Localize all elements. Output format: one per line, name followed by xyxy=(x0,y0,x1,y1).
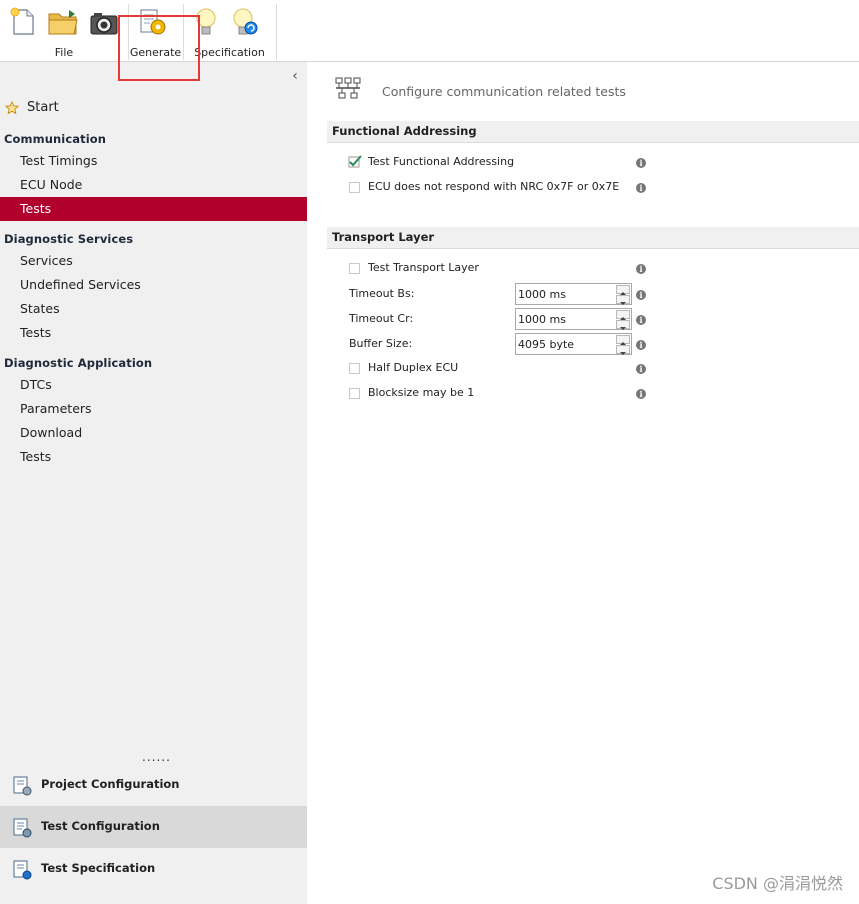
info-icon[interactable]: i xyxy=(636,389,646,399)
timeout-cr-label: Timeout Cr: xyxy=(349,312,414,325)
test-configuration-button[interactable]: Test Configuration xyxy=(0,806,307,848)
spin-down-icon[interactable] xyxy=(616,345,630,355)
functional-addressing-title: Functional Addressing xyxy=(332,124,477,138)
nav-item-services[interactable]: Services xyxy=(0,249,307,273)
lightbulb-icon[interactable] xyxy=(191,6,221,38)
generate-group: Generate xyxy=(128,0,183,62)
star-icon xyxy=(5,101,19,115)
test-functional-addressing-label: Test Functional Addressing xyxy=(368,155,515,168)
page-title: Configure communication related tests xyxy=(382,84,626,99)
collapse-sidebar-icon[interactable]: ‹ xyxy=(288,68,302,84)
network-icon xyxy=(335,77,361,99)
more-dots[interactable]: ...... xyxy=(142,750,171,764)
test-configuration-label: Test Configuration xyxy=(41,819,160,833)
buffer-size-label: Buffer Size: xyxy=(349,337,413,350)
timeout-cr-spinner[interactable] xyxy=(515,308,632,330)
specification-group: Specification xyxy=(183,0,276,62)
info-icon[interactable]: i xyxy=(636,315,646,325)
section-diagnostic-services: Diagnostic Services xyxy=(4,232,134,246)
spin-up-icon[interactable] xyxy=(616,285,630,295)
timeout-bs-input[interactable] xyxy=(518,286,613,302)
info-icon[interactable]: i xyxy=(636,183,646,193)
info-icon[interactable]: i xyxy=(636,290,646,300)
half-duplex-row[interactable]: Half Duplex ECU xyxy=(349,359,649,379)
camera-icon[interactable] xyxy=(88,6,118,38)
toolbar-separator xyxy=(276,4,277,60)
ecu-no-respond-label: ECU does not respond with NRC 0x7F or 0x… xyxy=(368,180,620,193)
sidebar: ‹ Start Communication Test Timings ECU N… xyxy=(0,62,307,904)
spin-down-icon[interactable] xyxy=(616,295,630,305)
main-panel: Configure communication related tests Fu… xyxy=(307,62,859,904)
ribbon-toolbar: File Generate Specification xyxy=(0,0,859,62)
file-group-label: File xyxy=(54,46,74,59)
buffer-size-spinner[interactable] xyxy=(515,333,632,355)
info-icon[interactable]: i xyxy=(636,340,646,350)
spin-up-icon[interactable] xyxy=(616,310,630,320)
buffer-size-input[interactable] xyxy=(518,336,613,352)
nav-item-parameters[interactable]: Parameters xyxy=(0,397,307,421)
blocksize-label: Blocksize may be 1 xyxy=(368,386,475,399)
test-specification-label: Test Specification xyxy=(41,861,156,875)
checked-checkbox-icon[interactable] xyxy=(348,154,362,168)
info-icon[interactable]: i xyxy=(636,364,646,374)
ecu-no-respond-row[interactable]: ECU does not respond with NRC 0x7F or 0x… xyxy=(349,178,649,198)
transport-layer-title: Transport Layer xyxy=(332,230,435,244)
functional-addressing-header: Functional Addressing xyxy=(327,121,859,143)
timeout-cr-input[interactable] xyxy=(518,311,613,327)
open-folder-icon[interactable] xyxy=(47,6,78,38)
nav-start[interactable]: Start xyxy=(0,100,307,118)
info-icon[interactable]: i xyxy=(636,264,646,274)
transport-layer-header: Transport Layer xyxy=(327,227,859,249)
nav-start-label: Start xyxy=(27,100,59,115)
nav-item-download[interactable]: Download xyxy=(0,421,307,445)
nav-item-communication-tests[interactable]: Tests xyxy=(0,197,307,221)
test-transport-layer-row[interactable]: Test Transport Layer xyxy=(349,259,649,279)
ecu-no-respond-checkbox[interactable] xyxy=(349,182,360,193)
file-group: File xyxy=(0,0,128,62)
specification-group-label: Specification xyxy=(194,46,265,59)
test-configuration-icon xyxy=(13,818,32,838)
lightbulb-refresh-icon[interactable] xyxy=(230,6,260,38)
test-functional-addressing-row[interactable]: Test Functional Addressing xyxy=(348,153,649,173)
new-document-icon[interactable] xyxy=(8,6,38,38)
section-communication: Communication xyxy=(4,132,107,146)
nav-item-undefined-services[interactable]: Undefined Services xyxy=(0,273,307,297)
spin-down-icon[interactable] xyxy=(616,320,630,330)
test-transport-layer-label: Test Transport Layer xyxy=(368,261,479,274)
nav-item-ecu-node[interactable]: ECU Node xyxy=(0,173,307,197)
half-duplex-checkbox[interactable] xyxy=(349,363,360,374)
half-duplex-label: Half Duplex ECU xyxy=(368,361,459,374)
project-configuration-label: Project Configuration xyxy=(41,777,180,791)
nav-item-application-tests[interactable]: Tests xyxy=(0,445,307,469)
timeout-bs-spinner[interactable] xyxy=(515,283,632,305)
project-configuration-button[interactable]: Project Configuration xyxy=(0,764,307,806)
test-specification-button[interactable]: Test Specification xyxy=(0,848,307,890)
blocksize-checkbox[interactable] xyxy=(349,388,360,399)
nav-item-dtcs[interactable]: DTCs xyxy=(0,373,307,397)
generate-group-label: Generate xyxy=(129,46,182,59)
project-configuration-icon xyxy=(13,776,32,796)
timeout-bs-label: Timeout Bs: xyxy=(349,287,415,300)
test-transport-layer-checkbox[interactable] xyxy=(349,263,360,274)
section-diagnostic-application: Diagnostic Application xyxy=(4,356,153,370)
watermark: CSDN @涓涓悦然 xyxy=(712,874,843,893)
spin-up-icon[interactable] xyxy=(616,335,630,345)
blocksize-row[interactable]: Blocksize may be 1 xyxy=(349,384,649,404)
info-icon[interactable]: i xyxy=(636,158,646,168)
nav-item-test-timings[interactable]: Test Timings xyxy=(0,149,307,173)
nav-item-states[interactable]: States xyxy=(0,297,307,321)
generate-gear-icon[interactable] xyxy=(137,6,167,38)
test-specification-icon xyxy=(13,860,32,880)
nav-item-services-tests[interactable]: Tests xyxy=(0,321,307,345)
